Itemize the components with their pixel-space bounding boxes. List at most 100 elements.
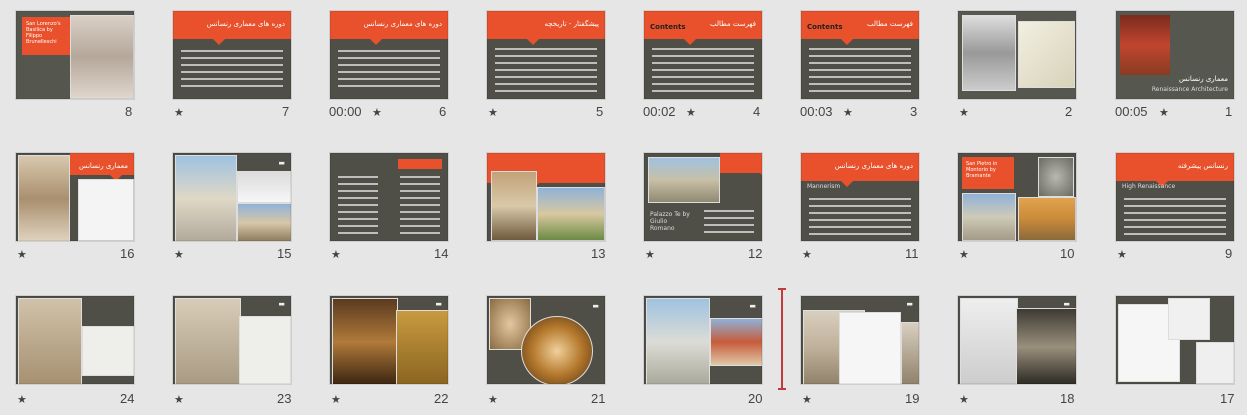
st-peters-dome-image: [646, 298, 710, 384]
slide-11-number: 11: [905, 246, 919, 261]
slide-thumb-11[interactable]: دوره های معماری رنسانس Mannerism: [800, 152, 920, 242]
slide-thumb-24[interactable]: [15, 295, 135, 385]
corridor-image: [1016, 308, 1076, 384]
slide-thumb-20[interactable]: ▬: [643, 295, 763, 385]
slide-label-en: Contents: [807, 23, 843, 31]
slide-title-en: Renaissance Architecture: [1151, 86, 1228, 93]
ribbon-title: دوره های معماری رنسانس: [206, 20, 285, 28]
slide-thumb-22[interactable]: ▬: [329, 295, 449, 385]
slide-thumb-13[interactable]: [486, 152, 606, 242]
slide-title-en: San Lorenzo's Basilica by Filippo Brunel…: [22, 17, 70, 55]
courtyard-image: [1018, 197, 1076, 241]
column-drawing-image: [1168, 298, 1210, 340]
text-lines: [1124, 193, 1226, 240]
portrait-image: [1120, 15, 1170, 75]
slide-thumb-14[interactable]: [329, 152, 449, 242]
slide-thumb-16[interactable]: معماری رنسانس: [15, 152, 135, 242]
church-image: [962, 193, 1016, 241]
slide-15-star: ★: [174, 248, 184, 261]
slide-15-number: 15: [277, 246, 292, 261]
slide-thumb-2[interactable]: [957, 10, 1077, 100]
church-facade-image: [175, 155, 237, 241]
church-image: [237, 203, 291, 241]
slide-3-timing: 00:03: [800, 104, 833, 119]
slide-thumb-19[interactable]: ▬: [800, 295, 920, 385]
text-lines-left: [338, 171, 378, 239]
slide-thumb-8[interactable]: San Lorenzo's Basilica by Filippo Brunel…: [15, 10, 135, 100]
slide-thumb-7[interactable]: دوره های معماری رنسانس: [172, 10, 292, 100]
slide-ribbon: رنسانس پیشرفته: [1116, 153, 1234, 187]
slide-14-star: ★: [331, 248, 341, 261]
slide-3-number: 3: [910, 104, 918, 119]
basilica-image: [70, 15, 134, 99]
slide-label-en: High Renaissance: [1122, 183, 1176, 190]
ribbon-title: فهرست مطالب: [709, 20, 756, 28]
text-lines: [809, 193, 911, 240]
slide-thumb-21[interactable]: ▬: [486, 295, 606, 385]
slide-thumb-3[interactable]: فهرست مطالب Contents: [800, 10, 920, 100]
slide-thumb-17[interactable]: [1115, 295, 1235, 385]
slide-thumb-15[interactable]: ▬: [172, 152, 292, 242]
entablature-drawing-image: [1196, 342, 1234, 384]
slide-10-star: ★: [959, 248, 969, 261]
ribbon-title: فهرست مطالب: [866, 20, 913, 28]
ribbon-title: دوره های معماری رنسانس: [834, 162, 913, 170]
slide-12-number: 12: [748, 246, 763, 261]
villa-image: [237, 171, 291, 203]
text-lines-right: [400, 171, 440, 239]
slide-thumb-4[interactable]: فهرست مطالب Contents: [643, 10, 763, 100]
slide-title-en: San Pietro in Montorio by Bramante: [962, 157, 1014, 189]
slide-1-star: ★: [1159, 106, 1169, 119]
facade-drawing-image: [960, 298, 1018, 384]
slide-thumb-5[interactable]: پیشگفتار - تاریخچه: [486, 10, 606, 100]
slide-18-number: 18: [1060, 391, 1075, 406]
slide-2-star: ★: [959, 106, 969, 119]
slide-5-number: 5: [596, 104, 604, 119]
slide-10-number: 10: [1060, 246, 1075, 261]
slide-label-en: Contents: [650, 23, 686, 31]
dome-fresco-image: [521, 316, 593, 384]
slide-thumb-12[interactable]: Palazzo Te by Giulio Romano: [643, 152, 763, 242]
slide-20-number: 20: [748, 391, 763, 406]
slide-thumb-9[interactable]: رنسانس پیشرفته High Renaissance: [1115, 152, 1235, 242]
text-lines: [652, 43, 754, 97]
relief-portrait-image: [1038, 157, 1074, 197]
slide-thumb-1[interactable]: معماری رنسانس Renaissance Architecture: [1115, 10, 1235, 100]
slide-17-number: 17: [1220, 391, 1235, 406]
italy-map-image: [1018, 21, 1075, 88]
column-drawing-image: [78, 179, 134, 241]
slide-4-timing: 00:02: [643, 104, 676, 119]
slide-thumb-23[interactable]: ▬: [172, 295, 292, 385]
slide-19-number: 19: [905, 391, 920, 406]
slide-1-number: 1: [1225, 104, 1233, 119]
arches-photo-image: [901, 322, 919, 384]
slide-header: ▬: [1063, 300, 1070, 308]
slide-16-star: ★: [17, 248, 27, 261]
slide-1-timing: 00:05: [1115, 104, 1148, 119]
engraving-image: [962, 15, 1016, 91]
slide-header: ▬: [278, 159, 285, 167]
slide-8-number: 8: [125, 104, 133, 119]
slide-header: ▬: [906, 300, 913, 308]
slide-21-star: ★: [488, 393, 498, 406]
slide-24-number: 24: [120, 391, 135, 406]
bronze-doors-image: [332, 298, 398, 384]
insertion-marker: [778, 288, 786, 390]
slide-6-star: ★: [372, 106, 382, 119]
arch-drawing-image: [839, 312, 901, 384]
slide-title-rtl: معماری رنسانس: [1179, 75, 1228, 83]
slide-19-star: ★: [802, 393, 812, 406]
palazzo-image: [648, 157, 720, 203]
slide-title-en: Palazzo Te by Giulio Romano: [650, 211, 690, 232]
slide-24-star: ★: [17, 393, 27, 406]
slide-label-en: Mannerism: [807, 183, 841, 190]
slide-12-star: ★: [645, 248, 655, 261]
facade-detail-image: [18, 155, 70, 241]
ribbon-title: پیشگفتار - تاریخچه: [544, 20, 599, 28]
slide-thumb-18[interactable]: ▬: [957, 295, 1077, 385]
slide-22-number: 22: [434, 391, 449, 406]
slide-thumb-10[interactable]: San Pietro in Montorio by Bramante: [957, 152, 1077, 242]
text-lines: [181, 45, 283, 92]
slide-thumb-6[interactable]: دوره های معماری رنسانس: [329, 10, 449, 100]
slide-6-timing: 00:00: [329, 104, 362, 119]
